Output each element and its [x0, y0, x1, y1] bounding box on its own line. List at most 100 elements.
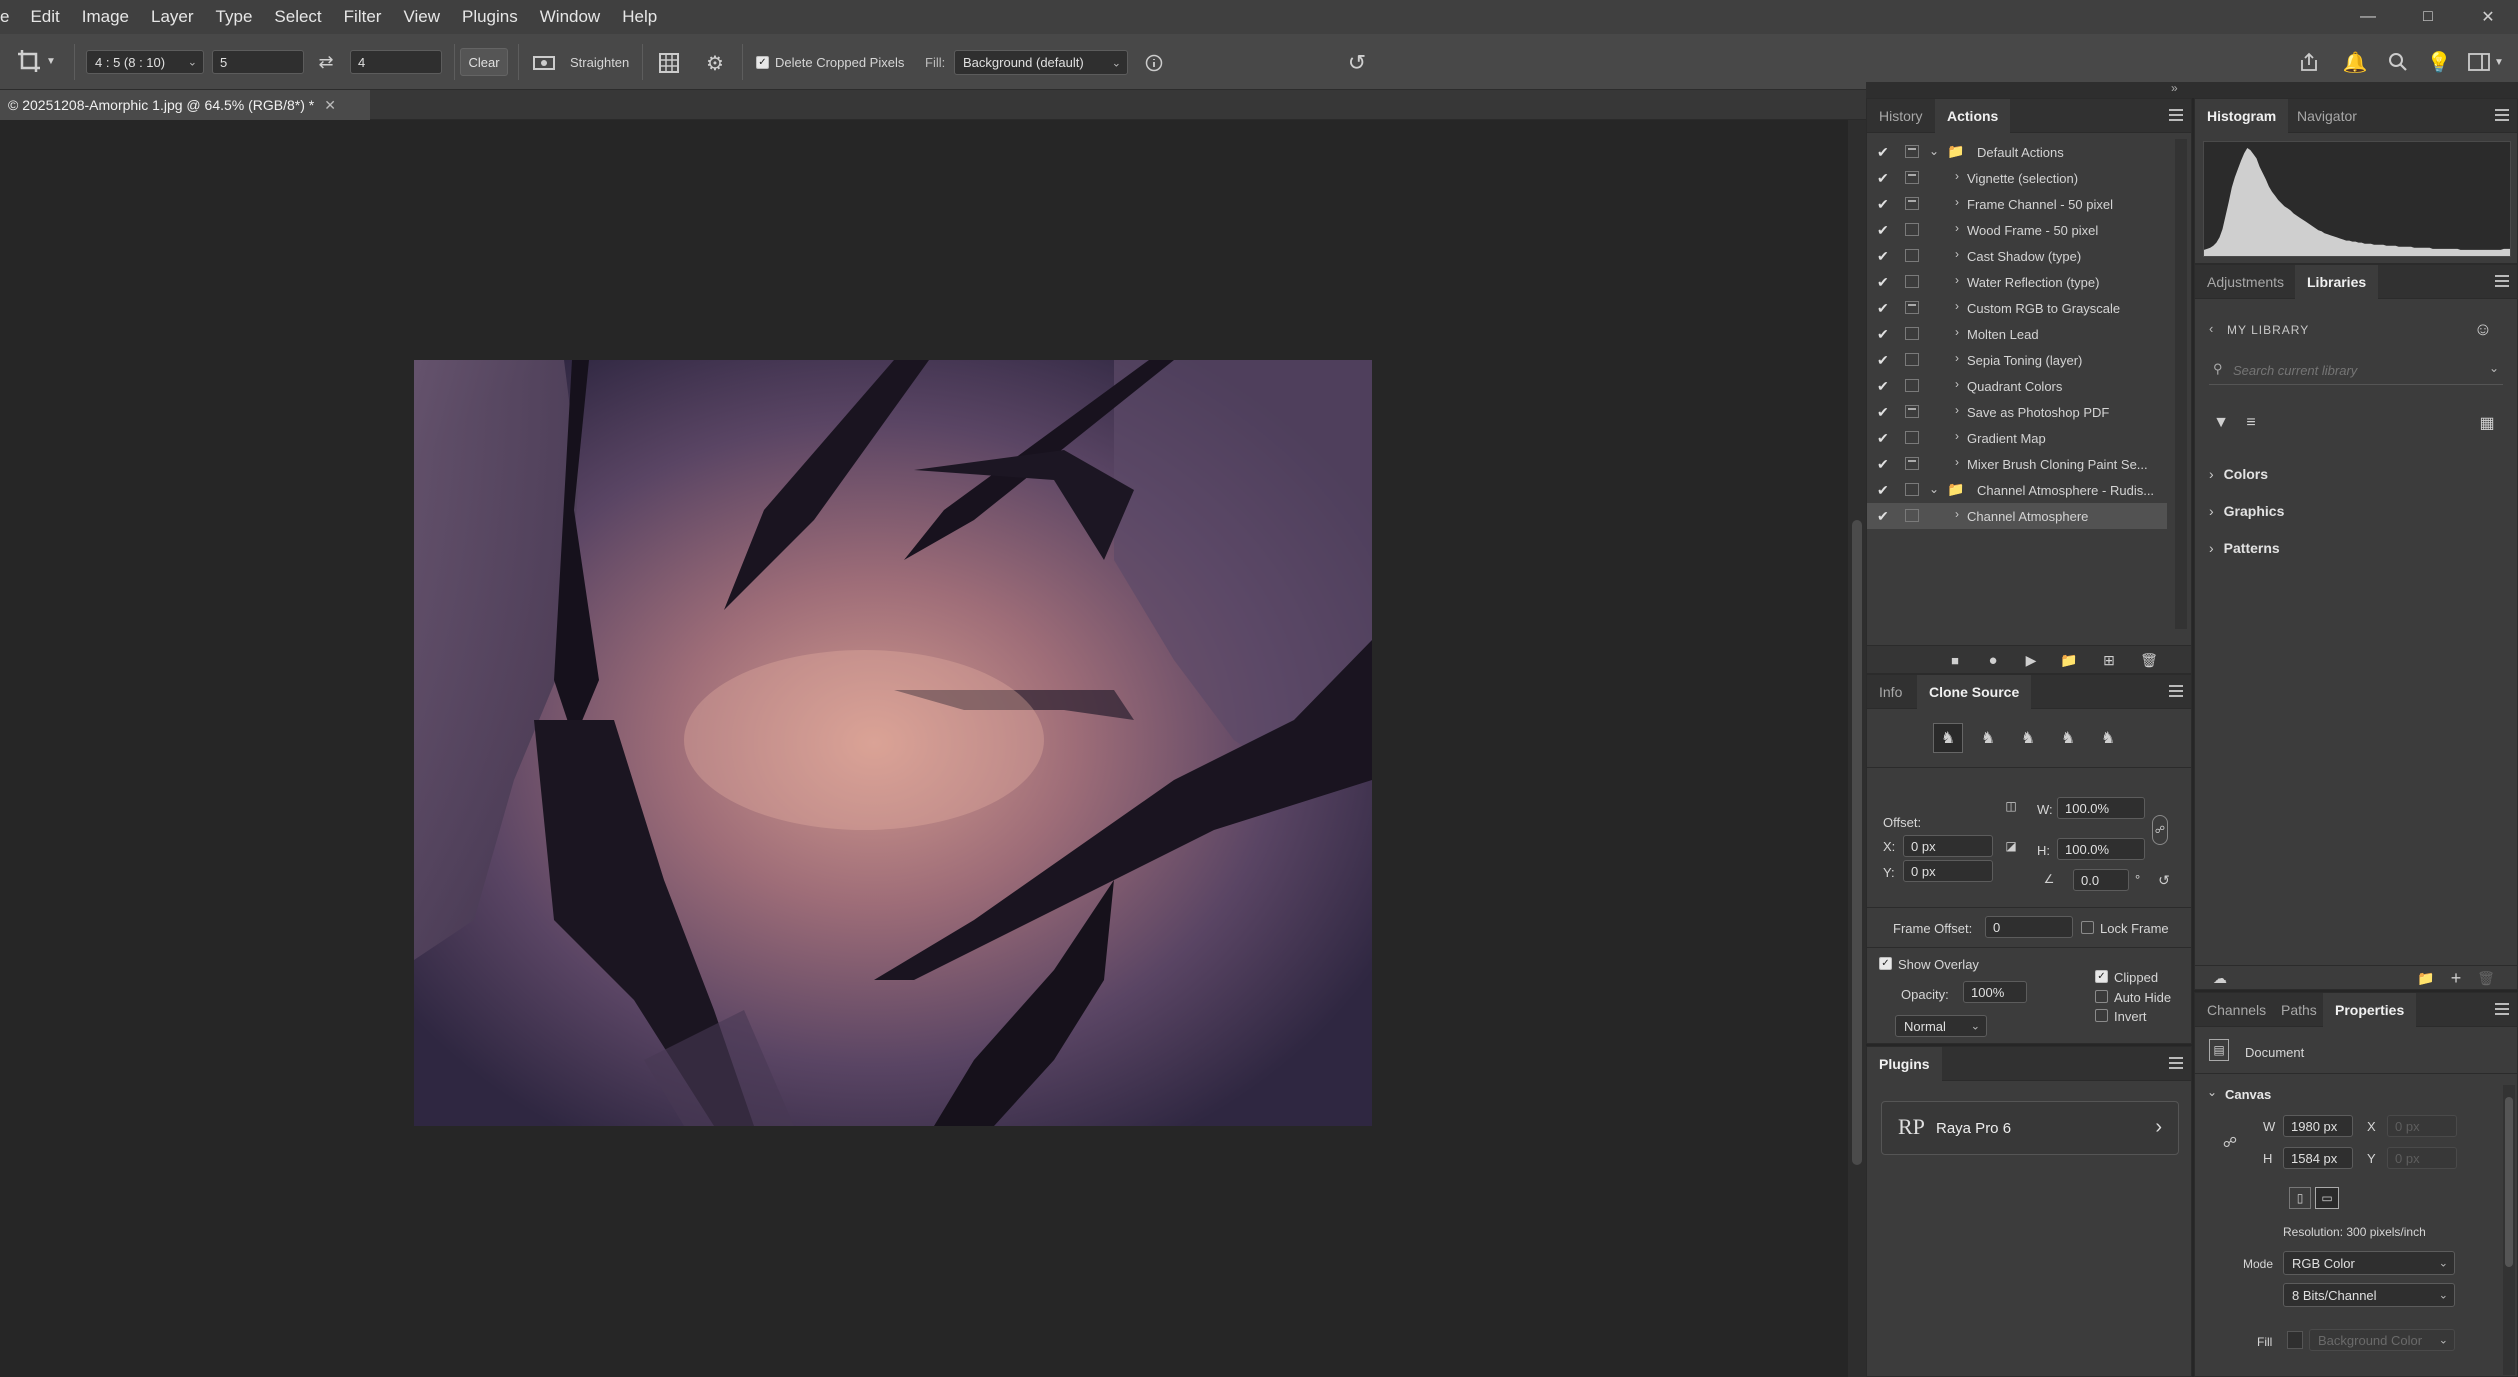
cloud-icon[interactable]: ☁ — [2209, 968, 2231, 988]
action-toggle-checkmark-icon[interactable]: ✔ — [1877, 378, 1889, 395]
dialog-toggle-icon[interactable] — [1905, 223, 1919, 236]
maximize-icon[interactable]: □ — [2398, 0, 2458, 34]
menu-item-edit[interactable]: Edit — [19, 0, 70, 34]
menu-item-plugins[interactable]: Plugins — [451, 0, 529, 34]
action-toggle-checkmark-icon[interactable]: ✔ — [1877, 274, 1889, 291]
minimize-icon[interactable]: — — [2338, 0, 2398, 34]
menu-item-view[interactable]: View — [392, 0, 451, 34]
reset-icon[interactable]: ↺ — [1342, 48, 1372, 78]
library-search[interactable]: ⚲ ⌄ — [2209, 355, 2503, 385]
frame-offset-input[interactable]: 0 — [1985, 916, 2073, 938]
menu-item-select[interactable]: Select — [263, 0, 332, 34]
action-row[interactable]: ✔ › Gradient Map — [1867, 425, 2167, 451]
clone-source-4-icon[interactable]: ♞ — [2053, 723, 2083, 753]
play-icon[interactable]: ▶ — [2021, 651, 2041, 669]
blend-mode-select[interactable]: Normal ⌄ — [1895, 1015, 1987, 1037]
info-icon[interactable] — [1142, 51, 1166, 75]
ratio-width-input[interactable]: 5 — [212, 50, 304, 74]
new-set-folder-icon[interactable]: 📁 — [2059, 651, 2079, 669]
menu-item-filter[interactable]: Filter — [333, 0, 393, 34]
canvas-x-input[interactable]: 0 px — [2387, 1115, 2457, 1137]
share-icon[interactable] — [2294, 48, 2324, 76]
action-toggle-checkmark-icon[interactable]: ✔ — [1877, 170, 1889, 187]
clone-source-3-icon[interactable]: ♞ — [2013, 723, 2043, 753]
dialog-toggle-icon[interactable] — [1905, 145, 1919, 158]
action-row[interactable]: ✔ › Custom RGB to Grayscale — [1867, 295, 2167, 321]
dialog-toggle-icon[interactable] — [1905, 327, 1919, 340]
action-toggle-checkmark-icon[interactable]: ✔ — [1877, 352, 1889, 369]
action-row[interactable]: ✔ › Sepia Toning (layer) — [1867, 347, 2167, 373]
vertical-scrollbar[interactable] — [1848, 120, 1866, 1377]
dialog-toggle-icon[interactable] — [1905, 483, 1919, 496]
clone-source-2-icon[interactable]: ♞ — [1973, 723, 2003, 753]
straighten-label[interactable]: Straighten — [570, 55, 629, 70]
expand-chevron-right-icon[interactable]: › — [1955, 429, 1959, 443]
action-toggle-checkmark-icon[interactable]: ✔ — [1877, 326, 1889, 343]
tab-actions[interactable]: Actions — [1935, 99, 2011, 133]
action-row[interactable]: ✔ › Cast Shadow (type) — [1867, 243, 2167, 269]
show-overlay-checkbox[interactable]: ✓ — [1879, 957, 1892, 970]
raya-pro-plugin-card[interactable]: RP Raya Pro 6 › — [1881, 1101, 2179, 1155]
document-tab[interactable]: © 20251208-Amorphic 1.jpg @ 64.5% (RGB/8… — [0, 90, 370, 120]
dialog-toggle-icon[interactable] — [1905, 405, 1919, 418]
tab-plugins[interactable]: Plugins — [1867, 1047, 1942, 1081]
lightbulb-icon[interactable]: 💡 — [2424, 48, 2454, 76]
action-toggle-checkmark-icon[interactable]: ✔ — [1877, 300, 1889, 317]
actions-scrollbar[interactable] — [2175, 139, 2187, 629]
library-section-patterns[interactable]: › Patterns — [2209, 535, 2280, 561]
link-dimensions-icon[interactable]: ☍ — [2221, 1131, 2239, 1153]
offset-x-input[interactable]: 0 px — [1903, 835, 1993, 857]
expand-chevron-right-icon[interactable]: › — [1955, 351, 1959, 365]
filter-icon[interactable]: ▼ — [2209, 411, 2233, 435]
action-toggle-checkmark-icon[interactable]: ✔ — [1877, 144, 1889, 161]
clone-source-1-icon[interactable]: ♞ — [1933, 723, 1963, 753]
collapse-dock-icon[interactable]: » — [2171, 81, 2178, 95]
expand-chevron-right-icon[interactable]: › — [1955, 195, 1959, 209]
canvas-height-input[interactable]: 1584 px — [2283, 1147, 2353, 1169]
properties-menu-icon[interactable] — [2495, 1003, 2509, 1015]
scale-h-input[interactable]: 100.0% — [2057, 838, 2145, 860]
search-icon[interactable] — [2383, 48, 2413, 76]
properties-scrollbar[interactable] — [2503, 1085, 2515, 1375]
flip-vertical-icon[interactable]: ◪ — [2001, 837, 2021, 855]
record-icon[interactable]: ● — [1983, 651, 2003, 669]
tab-adjustments[interactable]: Adjustments — [2195, 265, 2296, 299]
expand-chevron-down-icon[interactable]: ⌄ — [1929, 144, 1939, 158]
ratio-height-input[interactable]: 4 — [350, 50, 442, 74]
action-row[interactable]: ✔ › Vignette (selection) — [1867, 165, 2167, 191]
tab-paths[interactable]: Paths — [2269, 993, 2329, 1027]
menu-item-help[interactable]: Help — [611, 0, 668, 34]
close-icon[interactable]: ✕ — [2458, 0, 2518, 34]
menu-item-image[interactable]: Image — [71, 0, 140, 34]
straighten-icon[interactable] — [530, 50, 558, 74]
ratio-preset-select[interactable]: 4 : 5 (8 : 10) ⌄ — [86, 50, 204, 74]
dialog-toggle-icon[interactable] — [1905, 457, 1919, 470]
delete-cropped-checkbox[interactable]: ✓ — [756, 56, 769, 69]
swap-icon[interactable]: ⇄ — [314, 50, 338, 74]
stop-icon[interactable]: ■ — [1945, 651, 1965, 669]
portrait-icon[interactable]: ▯ — [2289, 1187, 2311, 1209]
chevron-down-icon[interactable]: ⌄ — [2489, 361, 2499, 375]
expand-chevron-right-icon[interactable]: › — [1955, 299, 1959, 313]
expand-chevron-right-icon[interactable]: › — [1955, 169, 1959, 183]
overlay-grid-icon[interactable] — [656, 50, 682, 76]
action-toggle-checkmark-icon[interactable]: ✔ — [1877, 456, 1889, 473]
landscape-icon[interactable]: ▭ — [2315, 1187, 2339, 1209]
action-row[interactable]: ✔ › Wood Frame - 50 pixel — [1867, 217, 2167, 243]
library-name[interactable]: MY LIBRARY — [2227, 323, 2309, 337]
canvas-area[interactable] — [0, 120, 1848, 1377]
fill-swatch[interactable] — [2287, 1331, 2303, 1349]
settings-gear-icon[interactable]: ⚙ — [702, 50, 728, 76]
expand-chevron-right-icon[interactable]: › — [1955, 377, 1959, 391]
action-row[interactable]: ✔ › Quadrant Colors — [1867, 373, 2167, 399]
dialog-toggle-icon[interactable] — [1905, 379, 1919, 392]
reset-transform-icon[interactable]: ↺ — [2155, 871, 2173, 889]
tab-channels[interactable]: Channels — [2195, 993, 2278, 1027]
expand-chevron-right-icon[interactable]: › — [1955, 455, 1959, 469]
trash-icon[interactable]: 🗑 — [2139, 651, 2159, 669]
lock-frame-checkbox[interactable] — [2081, 921, 2094, 934]
histogram-menu-icon[interactable] — [2495, 109, 2509, 121]
tab-properties[interactable]: Properties — [2323, 993, 2417, 1027]
expand-chevron-right-icon[interactable]: › — [1955, 325, 1959, 339]
grid-view-icon[interactable]: ▦ — [2475, 411, 2499, 435]
